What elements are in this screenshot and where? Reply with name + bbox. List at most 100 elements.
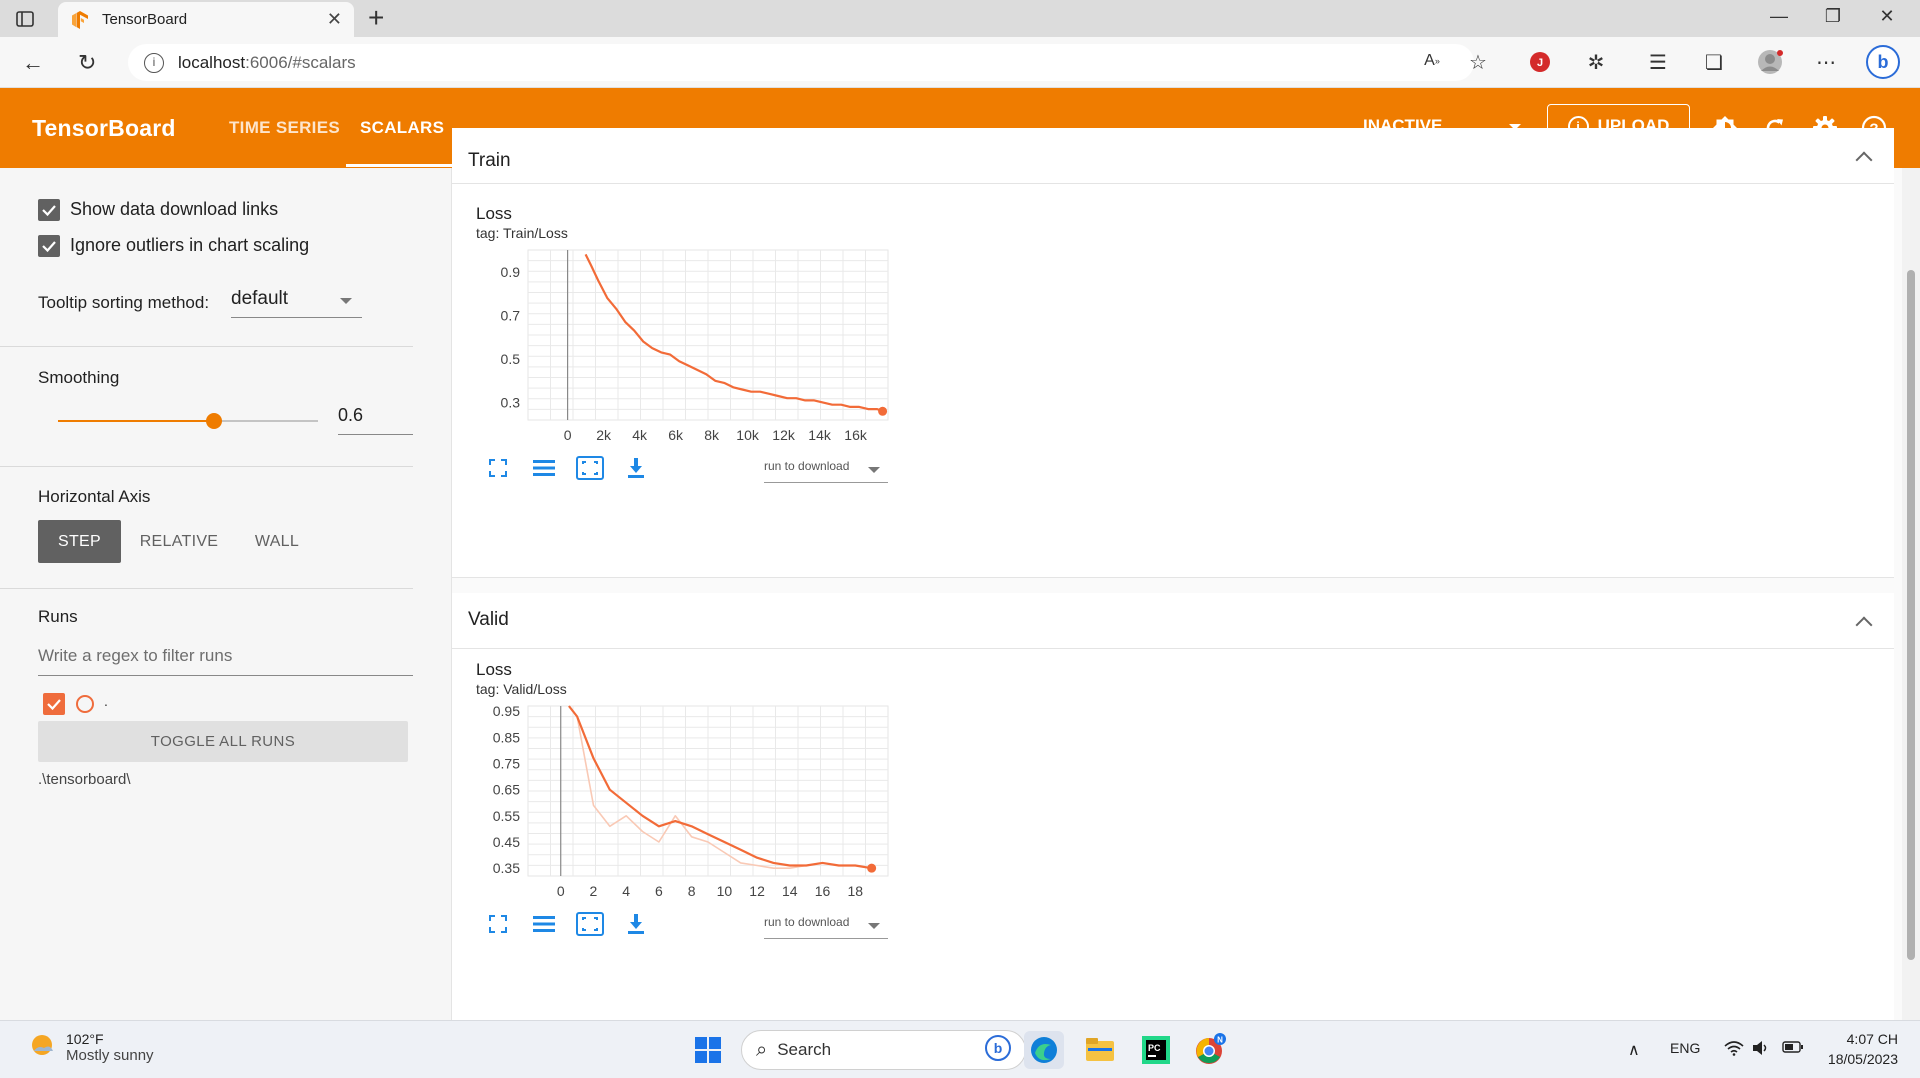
x-tick-label: 0 [557, 883, 565, 899]
x-tick-label: 16k [844, 427, 868, 443]
chevron-up-icon[interactable] [1855, 616, 1873, 634]
y-tick-label: 0.95 [493, 703, 520, 719]
brand-title: TensorBoard [32, 115, 176, 141]
run-color-icon[interactable] [76, 695, 94, 713]
weather-widget[interactable]: 102°F Mostly sunny [28, 1031, 154, 1064]
browser-tab[interactable]: TensorBoard ✕ [58, 2, 354, 37]
y-tick-label: 0.45 [493, 834, 520, 850]
last-point-marker [867, 863, 877, 873]
tab-title: TensorBoard [102, 11, 188, 28]
favorite-add-icon[interactable]: ☆ [1464, 48, 1492, 76]
smoothing-slider-thumb[interactable] [206, 413, 222, 429]
y-tick-label: 0.7 [501, 307, 521, 323]
tab-actions-icon[interactable] [14, 8, 36, 30]
train-pane: Train Loss tag: Train/Loss 0.3 0.5 0.7 0.9 0… [452, 128, 1894, 578]
train-loss-chart[interactable]: 0.3 0.5 0.7 0.9 0 2k 4k 6k 8k 10k 12k 14k 16k [468, 240, 898, 460]
run-to-download-value: run to download [764, 915, 850, 929]
toggle-log-scale-icon[interactable] [530, 911, 558, 937]
run-filter-input[interactable]: Write a regex to filter runs [38, 646, 413, 676]
reload-icon[interactable]: ↻ [78, 50, 96, 76]
fullscreen-icon[interactable] [484, 455, 512, 481]
edge-taskbar-icon[interactable] [1024, 1031, 1064, 1069]
bing-copilot-icon[interactable]: b [1866, 45, 1900, 79]
x-tick-label: 14k [808, 427, 832, 443]
chrome-icon[interactable]: N [1190, 1031, 1230, 1069]
weather-sun-icon [28, 1031, 56, 1064]
system-clock[interactable]: 4:07 CH 18/05/2023 [1818, 1029, 1898, 1069]
x-tick-label: 12 [749, 883, 765, 899]
tab-scalars[interactable]: SCALARS [360, 118, 444, 138]
run-to-download-select[interactable]: run to download [764, 915, 888, 939]
read-aloud-icon[interactable]: A» [1418, 47, 1446, 75]
x-tick-label: 8 [688, 883, 696, 899]
x-tick-label: 2k [596, 427, 612, 443]
extensions-icon[interactable]: ✲ [1582, 48, 1610, 76]
tooltip-sorting-value: default [231, 288, 289, 309]
fit-domain-icon[interactable] [576, 911, 604, 937]
clock-date: 18/05/2023 [1827, 1051, 1898, 1067]
url-host: localhost [178, 52, 246, 72]
active-tab-indicator [346, 164, 454, 167]
restore-icon[interactable]: ❐ [1810, 6, 1856, 27]
more-menu-icon[interactable]: ⋯ [1812, 48, 1840, 76]
profile-avatar[interactable] [1756, 48, 1784, 76]
tab-time-series[interactable]: TIME SERIES [229, 118, 340, 138]
address-bar-row: ← ↻ i localhost:6006/#scalars A» ☆ J ✲ ☰… [0, 37, 1920, 88]
wifi-icon[interactable] [1724, 1040, 1744, 1059]
file-explorer-icon[interactable] [1080, 1031, 1120, 1069]
site-info-icon[interactable]: i [144, 52, 164, 73]
run-to-download-select[interactable]: run to download [764, 459, 888, 483]
runs-label: Runs [38, 607, 78, 626]
train-pane-header[interactable]: Train [452, 128, 1894, 184]
smoothing-slider-fill [58, 420, 214, 422]
minimize-icon[interactable]: — [1756, 6, 1802, 27]
axis-step-button[interactable]: STEP [38, 520, 121, 563]
url-field[interactable]: i localhost:6006/#scalars [128, 44, 1474, 81]
windows-start-icon[interactable] [688, 1031, 728, 1069]
last-point-marker [878, 406, 888, 416]
x-tick-label: 4 [622, 883, 630, 899]
run-checkbox[interactable] [43, 693, 65, 715]
collections-icon[interactable]: ❏ [1700, 48, 1728, 76]
chevron-down-icon [340, 298, 352, 304]
ignore-outliers-checkbox[interactable] [38, 235, 60, 257]
taskbar-search[interactable]: ⌕ Search b [741, 1030, 1026, 1070]
tensorboard-favicon-icon [70, 10, 90, 30]
volume-icon[interactable] [1752, 1040, 1770, 1059]
chevron-up-icon[interactable]: ∧ [1628, 1040, 1640, 1060]
url-path: :6006/#scalars [245, 52, 356, 72]
pycharm-icon[interactable]: PC [1136, 1031, 1176, 1069]
x-tick-label: 6 [655, 883, 663, 899]
ignore-outliers-label: Ignore outliers in chart scaling [70, 235, 310, 255]
valid-loss-chart[interactable]: 0.35 0.45 0.55 0.65 0.75 0.85 0.95 0 2 4 6 8 10 12 14 1… [468, 696, 898, 916]
scrollbar-thumb[interactable] [1907, 270, 1915, 960]
toggle-log-scale-icon[interactable] [530, 455, 558, 481]
toggle-all-runs-button[interactable]: TOGGLE ALL RUNS [38, 721, 408, 762]
card-title: Loss [476, 204, 512, 223]
favorites-icon[interactable]: ☰ [1644, 48, 1672, 76]
card-tag: tag: Valid/Loss [476, 681, 567, 697]
download-icon[interactable] [622, 911, 650, 937]
new-tab-icon[interactable]: + [368, 4, 384, 32]
page-scrollbar[interactable] [1902, 168, 1920, 1020]
back-icon[interactable]: ← [22, 50, 44, 76]
smoothing-slider[interactable] [58, 413, 318, 429]
axis-wall-button[interactable]: WALL [240, 520, 314, 563]
smoothing-input[interactable]: 0.6 [338, 405, 413, 435]
axis-relative-button[interactable]: RELATIVE [136, 520, 222, 563]
card-toolbar [484, 455, 650, 481]
close-window-icon[interactable]: ✕ [1864, 6, 1910, 27]
battery-icon[interactable] [1782, 1040, 1804, 1057]
close-tab-icon[interactable]: ✕ [327, 9, 342, 30]
tooltip-sorting-select[interactable]: default [231, 288, 362, 318]
download-icon[interactable] [622, 455, 650, 481]
extension-red-icon[interactable]: J [1526, 48, 1554, 76]
show-download-links-checkbox[interactable] [38, 199, 60, 221]
fit-domain-icon[interactable] [576, 455, 604, 481]
language-indicator[interactable]: ENG [1670, 1040, 1700, 1056]
chevron-up-icon[interactable] [1855, 151, 1873, 169]
fullscreen-icon[interactable] [484, 911, 512, 937]
x-tick-label: 0 [564, 427, 572, 443]
y-tick-label: 0.3 [501, 395, 521, 411]
valid-pane-header[interactable]: Valid [452, 593, 1894, 649]
